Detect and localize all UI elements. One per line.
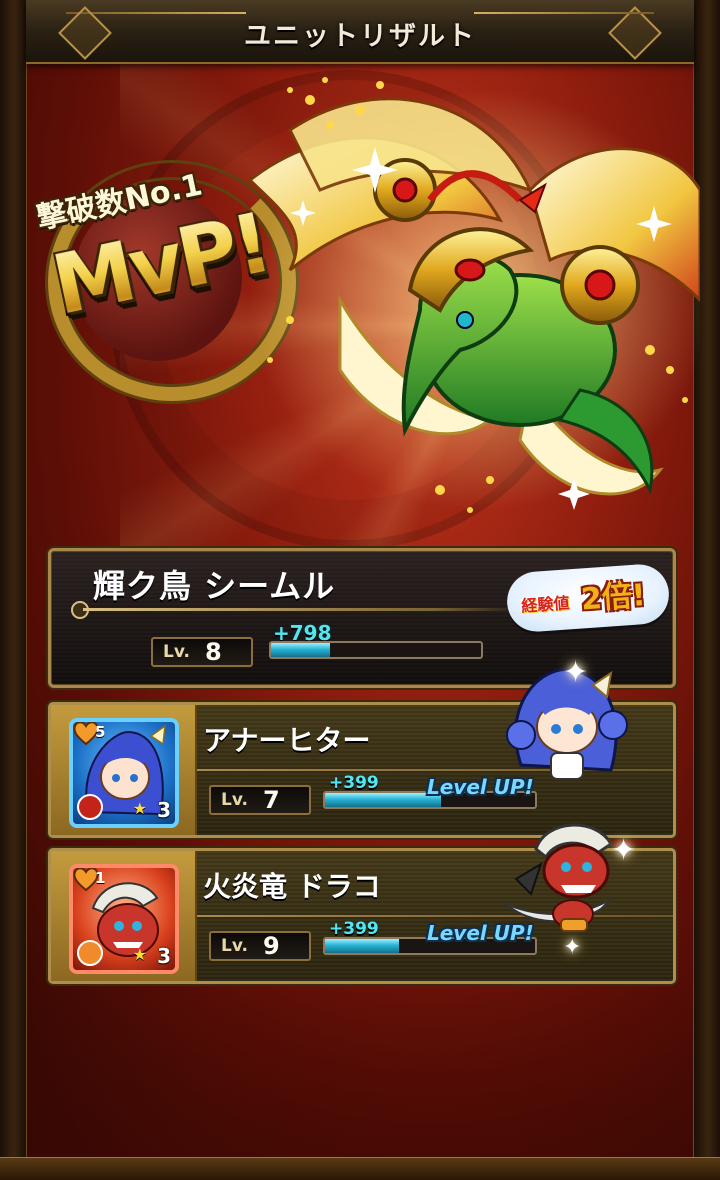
unit-panel-2[interactable]: 1 ★ 3 火炎竜 ドラコ Lv. 9 +399 Level UP! ✦ ✦ xyxy=(48,823,676,984)
unit-level-box: Lv. 9 xyxy=(209,931,311,961)
level-value: 7 xyxy=(263,786,280,814)
screen-title: ユニットリザルト xyxy=(244,21,476,52)
mvp-unit-name: 輝ク鳥 シームル xyxy=(93,567,336,605)
level-label: Lv. xyxy=(163,642,190,662)
left-frame xyxy=(0,0,27,1180)
level-label: Lv. xyxy=(221,936,248,956)
unit-card-frame: 5 ★ 3 xyxy=(51,705,197,835)
level-value: 9 xyxy=(263,932,280,960)
star-rarity-icon: ★ xyxy=(132,945,147,964)
unit-cost: 5 xyxy=(95,723,106,741)
exp-gain: +399 xyxy=(329,773,379,793)
ornament-line xyxy=(83,608,523,611)
sparkle-icon: ✦ xyxy=(563,935,582,960)
level-label: Lv. xyxy=(221,790,248,810)
draco-chibi-icon xyxy=(505,823,613,932)
exp-bonus-bubble: 経験値 2倍! xyxy=(505,562,671,634)
title-banner: ユニットリザルト xyxy=(26,0,694,64)
exp-bar-fill xyxy=(325,939,399,953)
phoenix-monster-illustration xyxy=(247,77,700,513)
exp-bar-fill xyxy=(271,643,330,657)
unit-name: アナーヒター xyxy=(203,724,371,757)
element-icon xyxy=(77,940,103,966)
unit-rarity: 3 xyxy=(157,798,171,822)
unit-level-box: Lv. 7 xyxy=(209,785,311,815)
background-fade xyxy=(26,980,694,1180)
sparkle-icon: ✦ xyxy=(563,655,589,690)
exp-bonus-label: 経験値 xyxy=(520,593,570,616)
bottom-frame xyxy=(0,1157,720,1180)
exp-gain: +399 xyxy=(329,919,379,939)
unit-cost: 1 xyxy=(95,869,106,887)
element-icon xyxy=(77,794,103,820)
star-rarity-icon: ★ xyxy=(132,799,147,818)
sparkle-icon: ✦ xyxy=(611,833,637,868)
unit-card-frame: 1 ★ 3 xyxy=(51,851,197,981)
unit-card-anahita[interactable]: 5 ★ 3 xyxy=(69,718,179,828)
exp-bar xyxy=(269,641,483,659)
unit-name: 火炎竜 ドラコ xyxy=(203,870,381,903)
unit-card-draco[interactable]: 1 ★ 3 xyxy=(69,864,179,974)
unit-rarity: 3 xyxy=(157,944,171,968)
exp-bonus-multiplier: 2倍! xyxy=(579,578,647,618)
exp-bar-fill xyxy=(325,793,441,807)
level-value: 8 xyxy=(205,638,222,666)
mvp-level-box: Lv. 8 xyxy=(151,637,253,667)
